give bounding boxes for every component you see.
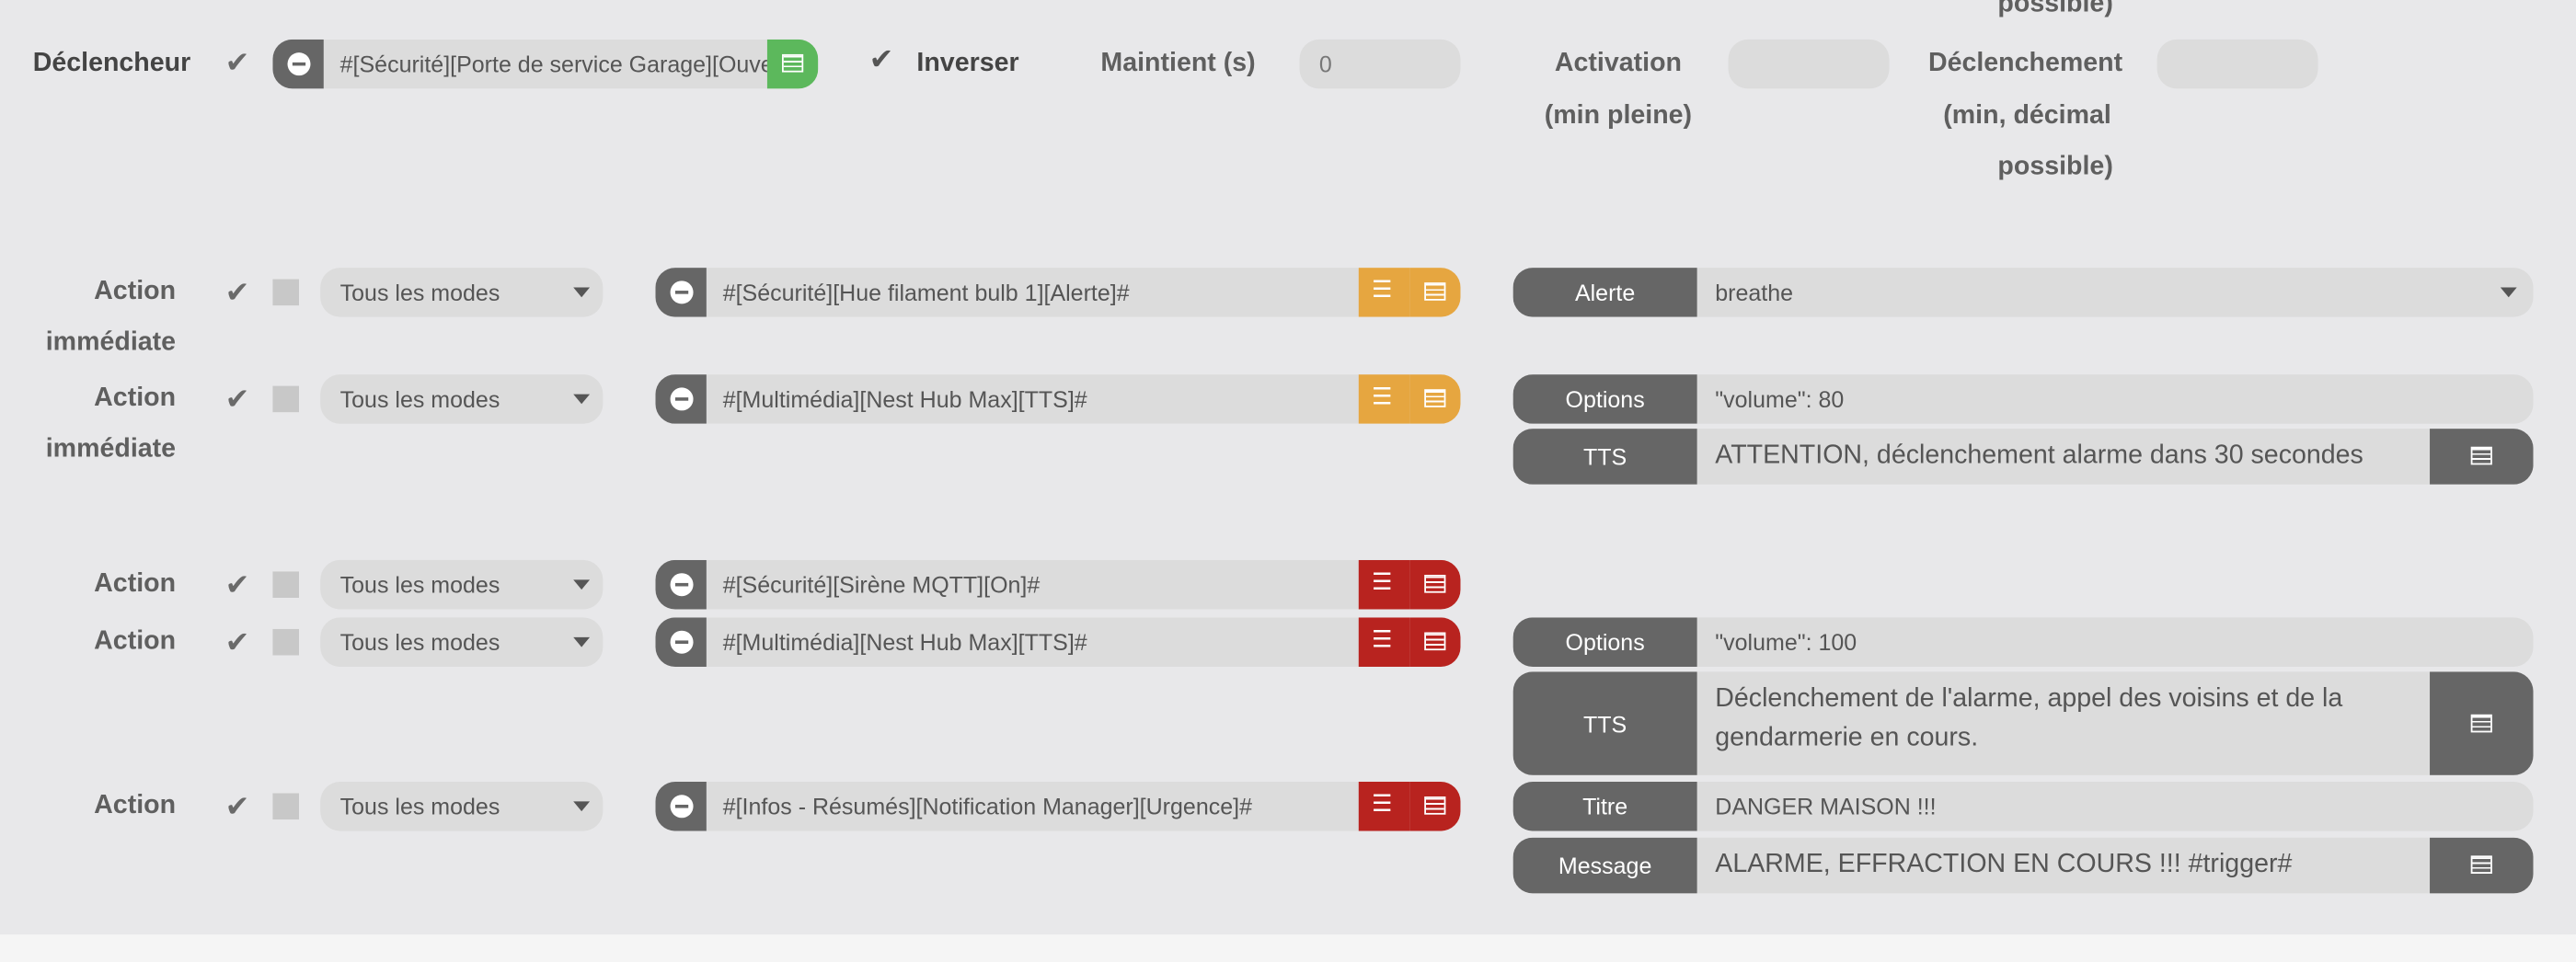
minus-circle-icon[interactable] <box>655 374 707 424</box>
list-icon[interactable] <box>1409 617 1461 667</box>
list-icon[interactable] <box>1409 374 1461 424</box>
trigger-delay-label-2: (min, décimal <box>1943 101 2111 131</box>
caret-down-icon <box>573 287 591 298</box>
mode-select[interactable]: Tous les modes <box>320 559 604 610</box>
action-label: Action <box>94 277 177 306</box>
activation-label: Activation <box>1554 49 1682 77</box>
mode-select[interactable]: Tous les modes <box>320 374 604 424</box>
minus-circle-icon[interactable] <box>655 617 707 667</box>
caret-down-icon <box>573 636 591 647</box>
trigger-delay-label-3: possible) <box>1997 153 2113 181</box>
trigger-delay-input[interactable] <box>2156 39 2318 89</box>
mode-select[interactable]: Tous les modes <box>320 617 604 667</box>
tts-row[interactable]: TTS ATTENTION, déclenchement alarme dans… <box>1512 429 2534 485</box>
mode-select[interactable]: Tous les modes <box>320 268 604 317</box>
action-command-field[interactable]: #[Multimédia][Nest Hub Max][TTS]# <box>655 374 1461 424</box>
tts-row[interactable]: TTS Déclenchement de l'alarme, appel des… <box>1512 671 2534 775</box>
tasks-icon[interactable] <box>1358 559 1410 610</box>
trigger-label: Déclencheur <box>32 49 191 77</box>
trigger-delay-label: Déclenchement <box>1927 49 2123 77</box>
cut-label: possible) <box>1997 0 2113 18</box>
list-icon <box>2470 446 2492 465</box>
action-command-field[interactable]: #[Multimédia][Nest Hub Max][TTS]# <box>655 617 1461 667</box>
check-icon[interactable]: ✔ <box>225 46 250 80</box>
check-icon[interactable]: ✔ <box>225 383 250 417</box>
check-icon[interactable]: ✔ <box>225 276 250 310</box>
action-command-field[interactable]: #[Sécurité][Sirène MQTT][On]# <box>655 559 1461 610</box>
minus-circle-icon[interactable] <box>655 268 707 317</box>
mode-select[interactable]: Tous les modes <box>320 781 604 831</box>
checkbox[interactable] <box>272 793 299 820</box>
check-icon[interactable]: ✔ <box>225 625 250 659</box>
tasks-icon[interactable] <box>1358 781 1410 831</box>
check-icon[interactable]: ✔ <box>869 42 894 76</box>
message-row[interactable]: Message ALARME, EFFRACTION EN COURS !!! … <box>1512 837 2534 894</box>
trigger-command-field[interactable]: #[Sécurité][Porte de service Garage][Ouv… <box>272 39 819 89</box>
caret-down-icon[interactable] <box>2500 287 2517 298</box>
minus-circle-icon[interactable] <box>655 559 707 610</box>
list-icon[interactable] <box>1409 559 1461 610</box>
checkbox[interactable] <box>272 279 299 306</box>
caret-down-icon <box>573 801 591 812</box>
list-button[interactable] <box>2430 429 2534 485</box>
option-row[interactable]: Options "volume": 80 <box>1512 374 2534 424</box>
caret-down-icon <box>573 579 591 590</box>
page-footer-strip <box>0 934 2576 962</box>
tasks-icon[interactable] <box>1358 268 1410 317</box>
list-icon[interactable] <box>766 39 819 89</box>
tasks-icon[interactable] <box>1358 617 1410 667</box>
action-command-field[interactable]: #[Sécurité][Hue filament bulb 1][Alerte]… <box>655 268 1461 317</box>
list-icon[interactable] <box>1409 781 1461 831</box>
activation-label-sub: (min pleine) <box>1544 101 1693 131</box>
list-icon[interactable] <box>1409 268 1461 317</box>
action-label-sub: immédiate <box>45 435 177 464</box>
action-command-field[interactable]: #[Infos - Résumés][Notification Manager]… <box>655 781 1461 831</box>
action-label: Action <box>94 791 177 820</box>
minus-circle-icon[interactable] <box>655 781 707 831</box>
tasks-icon[interactable] <box>1358 374 1410 424</box>
caret-down-icon <box>573 394 591 405</box>
checkbox[interactable] <box>272 385 299 413</box>
title-row[interactable]: Titre DANGER MAISON !!! <box>1512 781 2534 831</box>
checkbox[interactable] <box>272 628 299 656</box>
activation-input[interactable] <box>1728 39 1890 89</box>
action-label: Action <box>94 627 177 656</box>
action-label: Action <box>94 384 177 413</box>
option-row[interactable]: Alerte breathe <box>1512 268 2534 317</box>
action-label: Action <box>94 569 177 598</box>
invert-label: Inverser <box>916 49 1019 77</box>
checkbox[interactable] <box>272 571 299 598</box>
check-icon[interactable]: ✔ <box>225 790 250 824</box>
check-icon[interactable]: ✔ <box>225 568 250 602</box>
list-button[interactable] <box>2430 671 2534 775</box>
list-icon <box>2470 713 2492 732</box>
list-icon <box>2470 855 2492 874</box>
action-label-sub: immédiate <box>45 328 177 357</box>
hold-input[interactable]: 0 <box>1299 39 1461 89</box>
minus-circle-icon[interactable] <box>272 39 324 89</box>
hold-label: Maintient (s) <box>1100 49 1256 77</box>
list-button[interactable] <box>2430 837 2534 894</box>
option-row[interactable]: Options "volume": 100 <box>1512 617 2534 667</box>
